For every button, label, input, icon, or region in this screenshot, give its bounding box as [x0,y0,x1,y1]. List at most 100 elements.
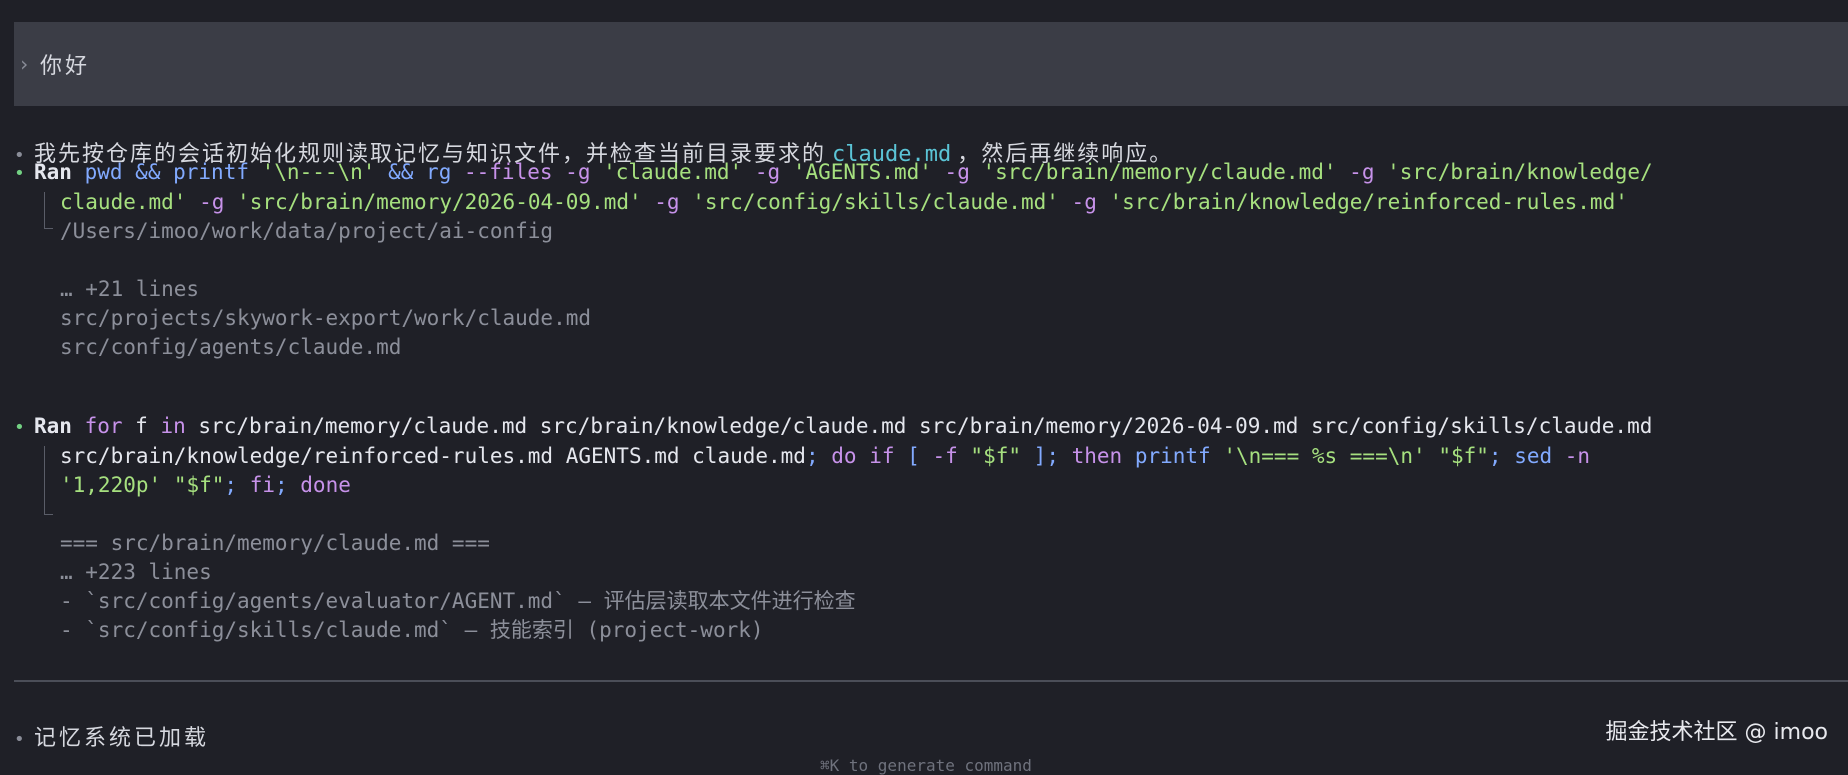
command-token: rg [426,160,452,184]
command-output-line: - `src/config/skills/claude.md` — 技能索引 (… [14,616,1652,645]
command-token: printf [1134,444,1211,468]
command-token: src/brain/knowledge/reinforced-rules.md … [60,444,806,468]
command-token [123,160,136,184]
command-token [895,444,908,468]
command-token [742,160,755,184]
command-output-text: - `src/config/agents/evaluator/AGENT.md`… [60,589,856,613]
command-token: done [300,473,351,497]
command-token: f [122,414,161,438]
command-token [857,444,870,468]
command-output-text: src/config/agents/claude.md [60,335,402,359]
command-token [186,414,199,438]
command-token: 'claude.md' [603,160,743,184]
command-token [1374,160,1387,184]
command-line: '1,220p' "$f"; fi; done [14,471,1652,500]
command-token: 'src/brain/memory/2026-04-09.md' [237,190,642,214]
command-token [1552,444,1565,468]
command-output-line [14,246,1653,275]
command-token: "$f" [970,444,1021,468]
command-token: [ [907,444,920,468]
user-prompt: › 你好 [14,22,1848,106]
command-token: 'src/config/skills/claude.md' [692,190,1059,214]
command-token [932,160,945,184]
command-token [451,160,464,184]
command-line: claude.md' -g 'src/brain/memory/2026-04-… [14,188,1653,217]
command-output-text: - `src/config/skills/claude.md` — 技能索引 (… [60,618,764,642]
command-token: 'AGENTS.md' [792,160,932,184]
generate-command-hint: ⌘K to generate command [820,756,1032,775]
command-token: ; [1046,444,1072,468]
command-token [970,160,983,184]
command-token: in [160,414,186,438]
command-output-text: … +21 lines [60,277,200,301]
user-prompt-text: 你好 [40,54,91,79]
command-token [224,190,237,214]
command-token [161,473,174,497]
command-token: for [84,414,123,438]
command-token: 'src/brain/memory/claude.md' [982,160,1337,184]
command-output-line: src/config/agents/claude.md [14,333,1653,362]
command-token [680,190,693,214]
command-token [590,160,603,184]
command-token: ; [274,473,301,497]
command-token: if [869,444,895,468]
command-token: 'src/brain/knowledge/ [1387,160,1653,184]
command-token: && [135,160,161,184]
chevron-right-icon: › [18,52,31,76]
command-line: • Ran pwd && printf '\n---\n' && rg --fil… [14,158,1653,188]
command-token [375,160,388,184]
final-message-text: 记忆系统已加载 [34,726,210,751]
command-token: src/brain/memory/claude.md src/brain/kno… [198,414,1653,438]
command-token: pwd [84,160,123,184]
command-token: '1,220p' [60,473,162,497]
command-token: sed [1514,444,1553,468]
command-token [780,160,793,184]
command-token [1211,444,1224,468]
command-token [1122,444,1135,468]
command-token: --files [464,160,553,184]
command-token: ; [805,444,832,468]
command-output-text: … +223 lines [60,560,212,584]
command-token: do [831,444,857,468]
command-output-text: src/projects/skywork-export/work/claude.… [60,306,592,330]
bullet-icon: • [14,729,28,750]
command-token: '\n=== %s ===\n' [1223,444,1426,468]
command-output-line: src/projects/skywork-export/work/claude.… [14,304,1653,333]
command-output-text [60,248,73,272]
command-token [1059,190,1072,214]
command-token [186,190,199,214]
command-token: -g [199,190,225,214]
ran-label: Ran [34,414,85,438]
command-token [1097,190,1110,214]
command-token: 'src/brain/knowledge/reinforced-rules.md… [1109,190,1628,214]
gutter-hook [44,504,53,515]
command-token: ; [224,473,250,497]
command-token [1021,444,1034,468]
gutter-line [44,192,45,216]
command-token [1337,160,1350,184]
command-output-line: - `src/config/agents/evaluator/AGENT.md`… [14,587,1652,616]
command-token [249,160,262,184]
command-token: -g [754,160,781,184]
command-token: fi [249,473,275,497]
command-token: then [1071,444,1123,468]
command-token [553,160,566,184]
ran-label: Ran [34,160,85,184]
command-token: -g [654,190,680,214]
top-strip [0,0,1848,22]
command-token: -n [1564,444,1591,468]
command-token [958,444,971,468]
command-block: • Ran for f in src/brain/memory/claude.md… [14,412,1652,645]
command-output-text: /Users/imoo/work/data/project/ai-config [60,219,554,243]
gutter-hook [44,216,53,229]
command-line: src/brain/knowledge/reinforced-rules.md … [14,442,1652,471]
status-dot-icon: • [14,163,25,184]
command-token [920,444,933,468]
command-token [160,160,173,184]
command-output-text: === src/brain/memory/claude.md === [60,531,490,555]
command-token: -f [932,444,958,468]
command-token: "$f" [173,473,225,497]
assistant-final-message: • 记忆系统已加载 [14,720,209,752]
command-token [642,190,655,214]
command-token: '\n---\n' [261,160,376,184]
